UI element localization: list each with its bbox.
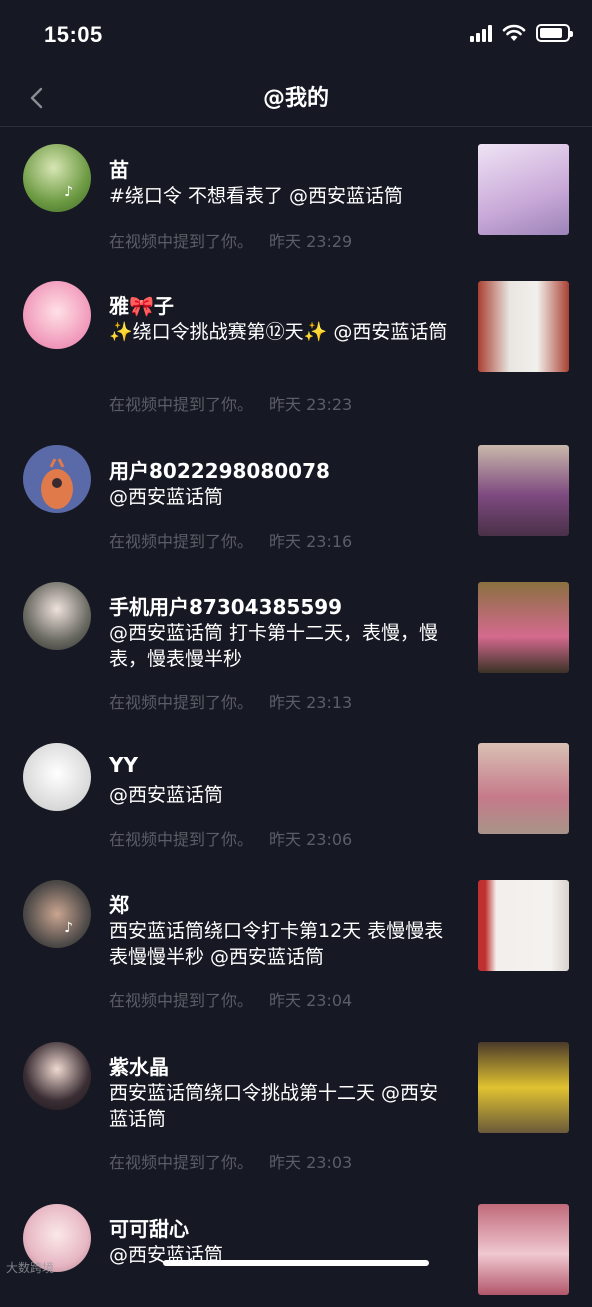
list-item[interactable]: 可可甜心 @西安蓝话筒 (0, 1187, 592, 1307)
status-icons (470, 24, 573, 42)
mention-meta: 在视频中提到了你。 昨天 23:03 (109, 1153, 353, 1172)
mention-meta: 在视频中提到了你。 昨天 23:29 (109, 232, 353, 251)
user-name[interactable]: 用户8022298080078 (109, 455, 330, 484)
list-item[interactable]: YY @西安蓝话筒 在视频中提到了你。 昨天 23:06 (0, 726, 592, 863)
video-thumbnail[interactable] (478, 281, 569, 372)
user-name[interactable]: 手机用户87304385599 (109, 591, 342, 620)
list-item[interactable]: ♪ 郑 西安蓝话筒绕口令打卡第12天 表慢慢表 表慢慢半秒 @西安蓝话筒 在视频… (0, 863, 592, 1025)
avatar[interactable] (23, 582, 91, 650)
mention-text: ✨绕口令挑战赛第⑫天✨ @西安蓝话筒 (109, 321, 448, 343)
tiktok-icon: ♪ (64, 184, 73, 200)
video-thumbnail[interactable] (478, 1042, 569, 1133)
mention-text: @西安蓝话筒 (109, 486, 224, 508)
user-name[interactable]: 可可甜心 (109, 1213, 189, 1242)
home-indicator[interactable] (163, 1260, 429, 1266)
wifi-icon (502, 24, 526, 41)
mention-text: 西安蓝话筒绕口令打卡第12天 表慢慢表 表慢慢半秒 @西安蓝话筒 (109, 920, 444, 968)
battery-icon (536, 24, 573, 42)
video-thumbnail[interactable] (478, 445, 569, 536)
avatar[interactable] (23, 445, 91, 513)
page-title: @我的 (262, 86, 329, 111)
list-item[interactable]: 用户8022298080078 @西安蓝话筒 在视频中提到了你。 昨天 23:16 (0, 428, 592, 565)
watermark: 大数跨境 (6, 1261, 55, 1275)
mention-text: 西安蓝话筒绕口令挑战第十二天 @西安蓝话筒 (109, 1082, 439, 1130)
video-thumbnail[interactable] (478, 1204, 569, 1295)
nav-bar: @我的 (0, 70, 592, 127)
status-bar: 15:05 (0, 0, 592, 70)
mention-text: @西安蓝话筒 打卡第十二天，表慢，慢表，慢表慢半秒 (109, 622, 439, 670)
list-item[interactable]: 紫水晶 西安蓝话筒绕口令挑战第十二天 @西安蓝话筒 在视频中提到了你。 昨天 23… (0, 1025, 592, 1187)
user-name[interactable]: 郑 (109, 889, 129, 918)
mention-meta: 在视频中提到了你。 昨天 23:16 (109, 532, 353, 551)
video-thumbnail[interactable] (478, 582, 569, 673)
mention-meta: 在视频中提到了你。 昨天 23:04 (109, 991, 353, 1010)
avatar[interactable]: ♪ (23, 880, 91, 948)
user-name[interactable]: YY (109, 753, 138, 777)
user-name[interactable]: 苗 (109, 154, 129, 183)
mention-text: @西安蓝话筒 (109, 784, 224, 806)
avatar[interactable] (23, 743, 91, 811)
tiktok-icon: ♪ (64, 920, 73, 936)
status-time: 15:05 (44, 22, 103, 47)
user-name[interactable]: 紫水晶 (109, 1051, 169, 1080)
mention-meta: 在视频中提到了你。 昨天 23:13 (109, 693, 353, 712)
avatar[interactable] (23, 1042, 91, 1110)
mention-meta: 在视频中提到了你。 昨天 23:23 (109, 395, 353, 414)
avatar[interactable] (23, 281, 91, 349)
mention-meta: 在视频中提到了你。 昨天 23:06 (109, 830, 353, 849)
list-item[interactable]: 手机用户87304385599 @西安蓝话筒 打卡第十二天，表慢，慢表，慢表慢半… (0, 565, 592, 726)
list-item[interactable]: 雅🎀子 ✨绕口令挑战赛第⑫天✨ @西安蓝话筒 在视频中提到了你。 昨天 23:23 (0, 264, 592, 414)
list-item[interactable]: ♪ 苗 #绕口令 不想看表了 @西安蓝话筒 在视频中提到了你。 昨天 23:29 (0, 127, 592, 264)
user-name[interactable]: 雅🎀子 (109, 290, 174, 319)
video-thumbnail[interactable] (478, 743, 569, 834)
mention-list: ♪ 苗 #绕口令 不想看表了 @西安蓝话筒 在视频中提到了你。 昨天 23:29 … (0, 127, 592, 1295)
character-icon (41, 458, 73, 509)
signal-icon (470, 24, 492, 42)
avatar[interactable]: ♪ (23, 144, 91, 212)
mention-text: #绕口令 不想看表了 @西安蓝话筒 (109, 185, 403, 207)
video-thumbnail[interactable] (478, 144, 569, 235)
video-thumbnail[interactable] (478, 880, 569, 971)
